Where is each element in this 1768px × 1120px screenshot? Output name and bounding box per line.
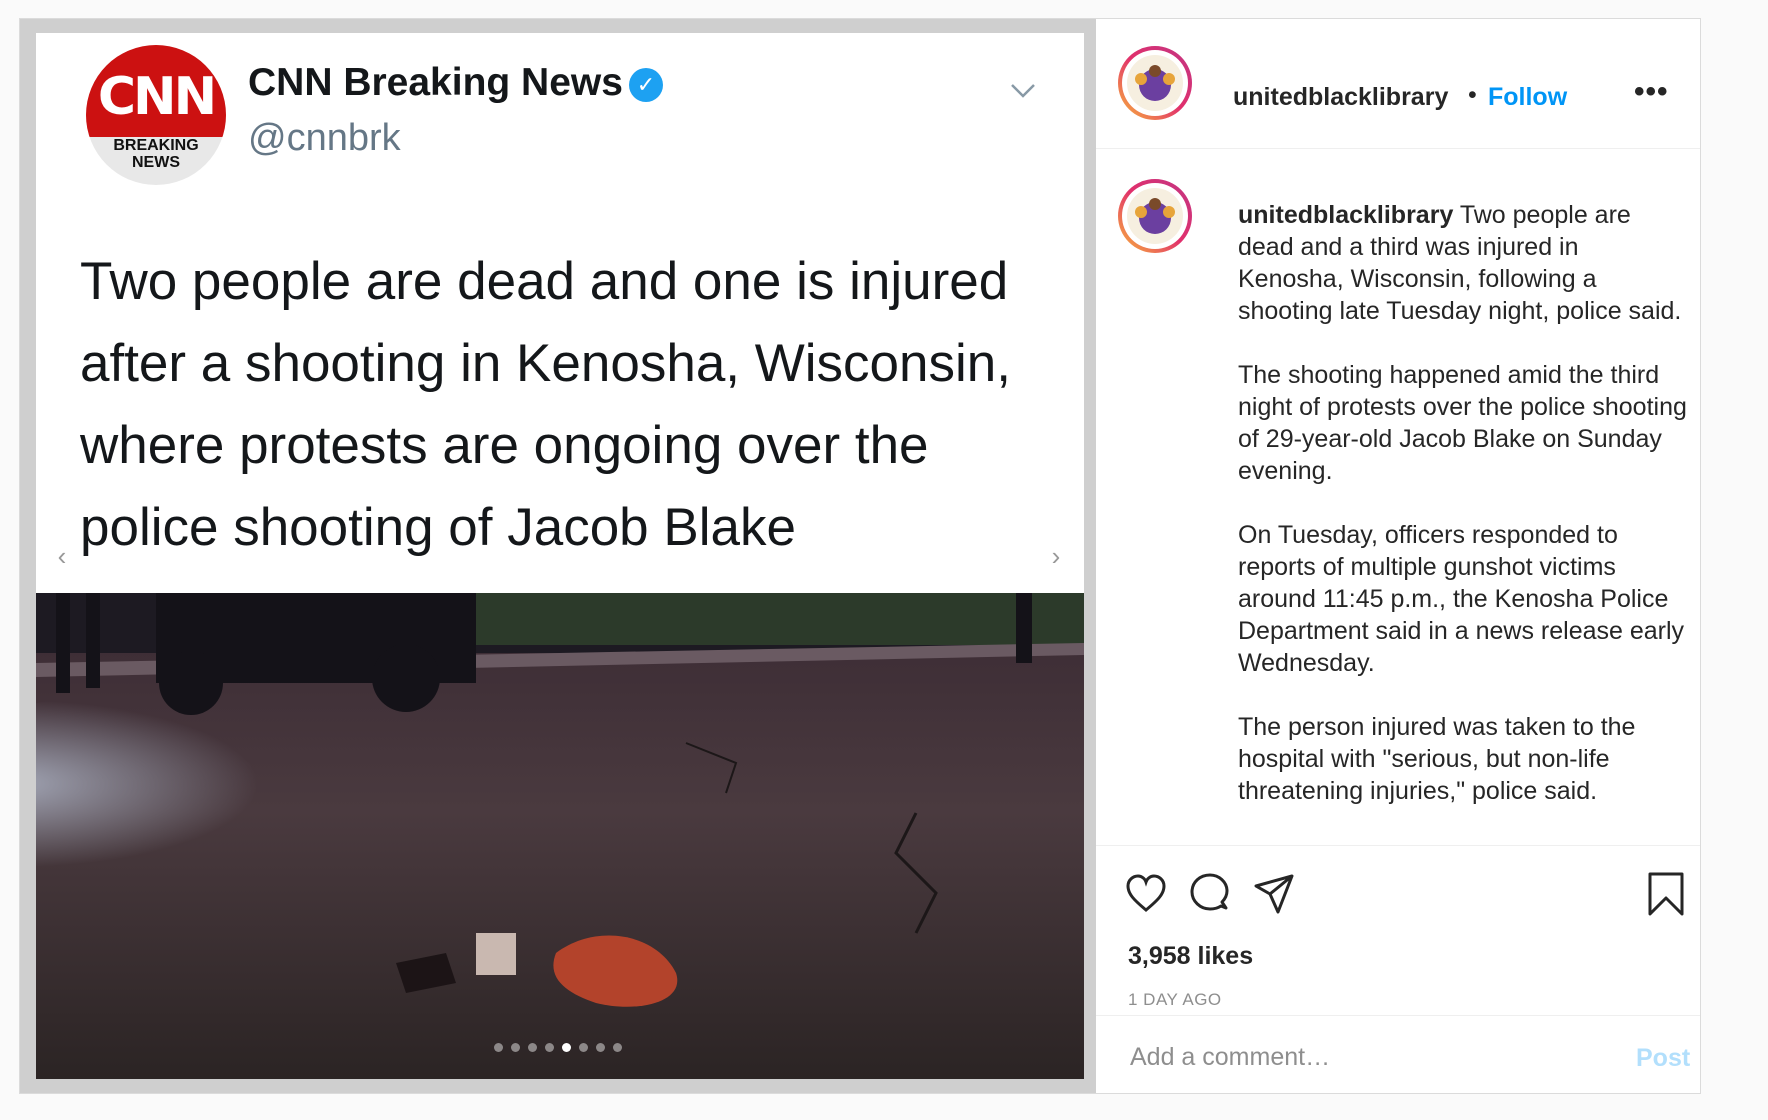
carousel-dot [511,1043,520,1052]
caption-paragraph: On Tuesday, officers responded to report… [1238,521,1685,677]
caption-paragraph: The person injured was taken to the hosp… [1238,713,1636,805]
instagram-post: CNN BREAKING NEWS CNN Breaking News ✓ @cn… [19,18,1701,1094]
tweet-text: Two people are dead and one is injured a… [80,252,1011,557]
header-username-link[interactable]: unitedblacklibrary [1233,83,1448,112]
carousel-dot [579,1043,588,1052]
avatar-image-icon [1127,55,1183,111]
cnn-logo-letters: CNN [97,67,217,127]
cnn-logo-subtitle: BREAKING NEWS [113,137,199,171]
street-photo [36,593,1084,1079]
post-actions: 3,958 likes 1 DAY AGO [1096,845,1700,1016]
carousel-prev-button[interactable]: ‹ [42,537,82,577]
follow-button[interactable]: Follow [1488,83,1567,112]
tweet-author-name: CNN Breaking News ✓ [248,61,663,105]
header-separator: • [1468,81,1477,109]
avatar-image-icon [1127,188,1183,244]
likes-count[interactable]: 3,958 likes [1128,942,1253,971]
heart-icon[interactable] [1124,872,1168,916]
carousel-indicator [20,1043,1096,1052]
carousel-dot [494,1043,503,1052]
caption-username-link[interactable]: unitedblacklibrary [1238,201,1453,229]
carousel-dot [528,1043,537,1052]
cnn-logo: CNN BREAKING NEWS [86,45,226,185]
tweet-screenshot: CNN BREAKING NEWS CNN Breaking News ✓ @cn… [36,33,1084,1079]
post-timestamp[interactable]: 1 DAY AGO [1128,990,1222,1010]
comment-icon[interactable] [1188,872,1232,916]
post-comment-button[interactable]: Post [1636,1044,1690,1073]
caption-avatar[interactable] [1118,179,1192,253]
verified-badge-icon: ✓ [628,67,663,102]
post-header: unitedblacklibrary • Follow ••• [1096,19,1700,149]
post-side-panel: unitedblacklibrary • Follow ••• unitedbl… [1096,19,1700,1093]
carousel-dot [596,1043,605,1052]
share-icon[interactable] [1252,872,1296,916]
caption-paragraph: The shooting happened amid the third nig… [1238,361,1687,485]
carousel-dot [613,1043,622,1052]
comment-input[interactable] [1128,1036,1572,1078]
carousel-dot [545,1043,554,1052]
post-media[interactable]: CNN BREAKING NEWS CNN Breaking News ✓ @cn… [20,19,1096,1093]
carousel-dot [562,1043,571,1052]
more-options-icon[interactable]: ••• [1634,75,1669,109]
carousel-next-button[interactable]: › [1036,537,1076,577]
avatar[interactable] [1118,46,1192,120]
caption-area[interactable]: unitedblacklibrary Two people are dead a… [1096,149,1700,845]
chevron-down-icon [1011,84,1035,98]
tweet-author-handle: @cnnbrk [248,117,401,159]
bookmark-icon[interactable] [1644,872,1688,916]
caption-text: unitedblacklibrary Two people are dead a… [1238,199,1688,839]
comment-bar: Post [1096,1015,1700,1094]
